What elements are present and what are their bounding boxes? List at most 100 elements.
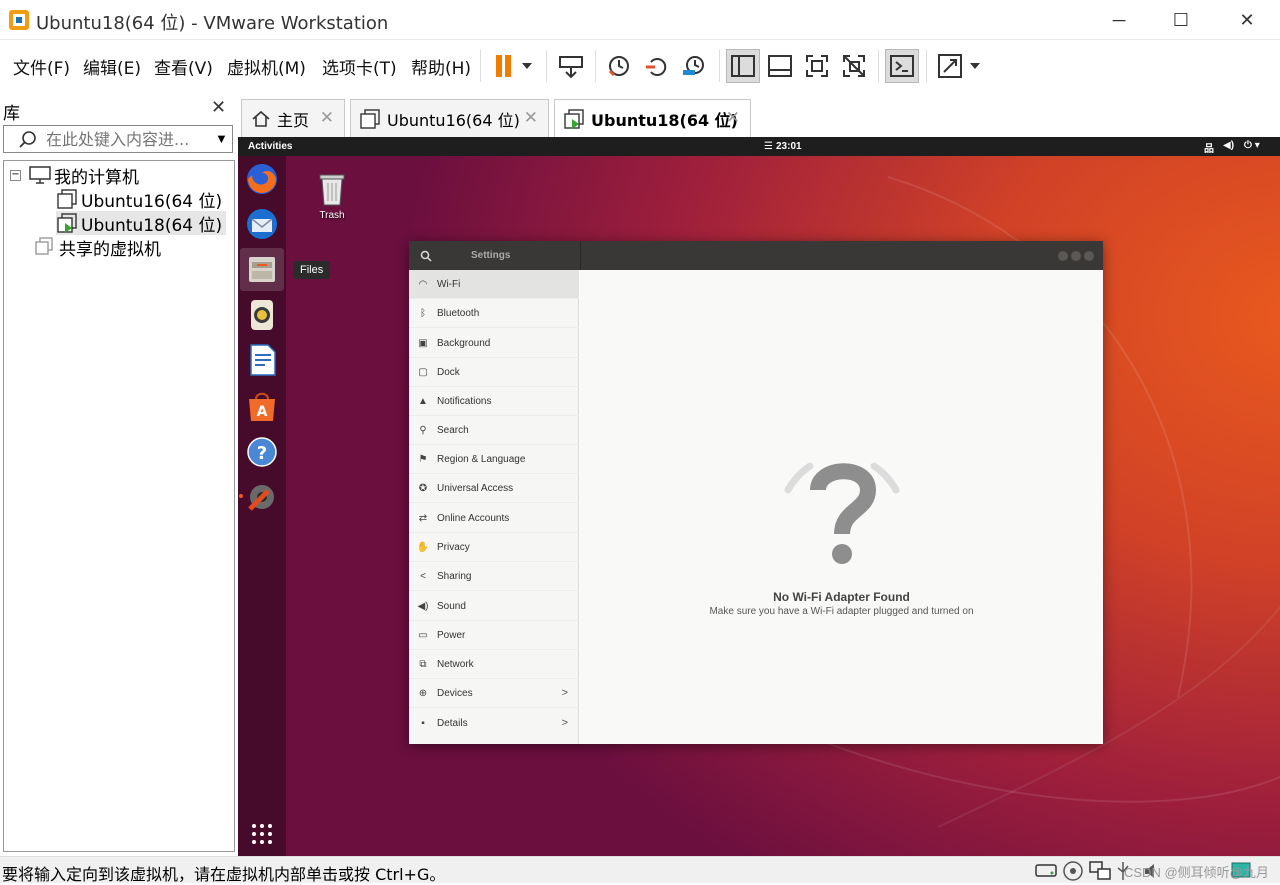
settings-item-power[interactable]: ▭ Power bbox=[409, 621, 579, 650]
window-maximize-icon[interactable] bbox=[1071, 251, 1081, 261]
hard-disk-icon[interactable] bbox=[1034, 860, 1058, 880]
trash-desktop-item[interactable]: Trash bbox=[312, 169, 352, 221]
settings-item-region-language[interactable]: ⚑ Region & Language bbox=[409, 445, 579, 474]
send-ctrl-alt-del-button[interactable] bbox=[554, 49, 588, 83]
stretch-guest-button[interactable] bbox=[933, 49, 985, 83]
network-status-icon[interactable]: 品 bbox=[1204, 140, 1214, 155]
unity-icon bbox=[843, 55, 865, 77]
tree-item-shared-vms[interactable]: 共享的虚拟机 bbox=[34, 235, 161, 260]
library-search-box[interactable]: ▼ bbox=[3, 125, 233, 153]
menu-help[interactable]: 帮助(H) bbox=[411, 54, 471, 79]
close-button[interactable]: ✕ bbox=[1224, 4, 1270, 36]
tab-ubuntu18-close-icon[interactable]: ✕ bbox=[726, 108, 740, 128]
search-icon[interactable] bbox=[420, 250, 432, 262]
settings-item-privacy[interactable]: ✋ Privacy bbox=[409, 533, 579, 562]
network-adapter-icon[interactable] bbox=[1088, 860, 1112, 882]
show-thumbnail-bar-button[interactable] bbox=[763, 49, 797, 83]
battery-icon: ▭ bbox=[418, 629, 428, 641]
settings-item-background[interactable]: ▣ Background bbox=[409, 329, 579, 358]
menu-file[interactable]: 文件(F) bbox=[13, 54, 70, 79]
menu-edit[interactable]: 编辑(E) bbox=[83, 54, 141, 79]
clock[interactable]: 23:01 bbox=[776, 141, 802, 152]
menu-vm[interactable]: 虚拟机(M) bbox=[227, 54, 306, 79]
library-layout-icon bbox=[731, 55, 755, 77]
settings-item-online-accounts[interactable]: ⇄ Online Accounts bbox=[409, 504, 579, 533]
maximize-button[interactable]: ☐ bbox=[1158, 4, 1204, 36]
tab-ubuntu18[interactable]: Ubuntu18(64 位) ✕ bbox=[554, 99, 751, 137]
firefox-icon[interactable] bbox=[244, 161, 280, 197]
wifi-icon: ◠ bbox=[418, 278, 428, 290]
full-screen-button[interactable] bbox=[800, 49, 834, 83]
window-minimize-icon[interactable] bbox=[1058, 251, 1068, 261]
tree-item-ubuntu16[interactable]: Ubuntu16(64 位) bbox=[56, 187, 222, 212]
thumbnail-layout-icon bbox=[768, 55, 792, 77]
settings-item-universal-access[interactable]: ✪ Universal Access bbox=[409, 474, 579, 503]
snapshot-manager-button[interactable] bbox=[677, 49, 711, 83]
settings-title: Settings bbox=[471, 250, 511, 261]
info-icon: ▪ bbox=[421, 718, 425, 729]
tree-item-ubuntu18[interactable]: Ubuntu18(64 位) bbox=[56, 211, 227, 236]
thunderbird-icon[interactable] bbox=[244, 206, 280, 242]
search-dropdown-icon[interactable]: ▼ bbox=[215, 131, 228, 146]
chevron-right-icon: > bbox=[561, 717, 568, 729]
help-icon[interactable]: ? bbox=[244, 434, 280, 470]
library-panel: 库 ✕ ▼ − 我的计算机 Ubuntu16(64 位) Ubuntu18(64… bbox=[0, 93, 238, 855]
revert-snapshot-button[interactable] bbox=[640, 49, 674, 83]
clock-menu-icon: ☰ bbox=[764, 141, 773, 152]
shared-vm-icon bbox=[35, 237, 53, 255]
library-tree: − 我的计算机 Ubuntu16(64 位) Ubuntu18(64 位) 共享… bbox=[3, 160, 235, 852]
tab-ubuntu16-label: Ubuntu16(64 位) bbox=[387, 110, 520, 130]
share-icon: < bbox=[420, 570, 426, 582]
accessibility-icon: ✪ bbox=[418, 482, 428, 494]
settings-item-network[interactable]: ⧉ Network bbox=[409, 650, 579, 679]
tree-item-my-computer[interactable]: − 我的计算机 bbox=[10, 163, 139, 188]
status-bar: 要将输入定向到该虚拟机，请在虚拟机内部单击或按 Ctrl+G。 CSDN @侧耳… bbox=[0, 856, 1280, 884]
collapse-icon[interactable]: − bbox=[10, 169, 21, 181]
ubuntu-software-icon[interactable]: A bbox=[244, 388, 280, 424]
library-search-input[interactable] bbox=[46, 129, 206, 149]
power-icon[interactable]: ⏻ ▾ bbox=[1244, 140, 1260, 151]
show-applications-icon[interactable] bbox=[244, 816, 280, 852]
tab-home[interactable]: 主页 ✕ bbox=[241, 99, 345, 137]
status-message: 要将输入定向到该虚拟机，请在虚拟机内部单击或按 Ctrl+G。 bbox=[2, 865, 446, 884]
menu-view[interactable]: 查看(V) bbox=[154, 54, 213, 79]
settings-item-dock[interactable]: ▢ Dock bbox=[409, 358, 579, 387]
network-icon: ⧉ bbox=[419, 658, 427, 670]
settings-item-wifi[interactable]: ◠ Wi-Fi bbox=[409, 270, 579, 299]
cd-dvd-icon[interactable] bbox=[1062, 860, 1084, 882]
settings-item-devices[interactable]: ⊕ Devices > bbox=[409, 679, 579, 708]
settings-item-details[interactable]: ▪ Details > bbox=[409, 709, 579, 738]
console-view-button[interactable] bbox=[885, 49, 919, 83]
snapshot-icon bbox=[608, 56, 629, 77]
background-icon: ▣ bbox=[418, 337, 428, 349]
vm-display[interactable]: Activities ☰ 23:01 品 ◀) ⏻ ▾ A ? Files Tr… bbox=[238, 137, 1280, 856]
tab-ubuntu16-close-icon[interactable]: ✕ bbox=[524, 108, 538, 128]
bell-icon: ▲ bbox=[418, 395, 428, 407]
activities-button[interactable]: Activities bbox=[248, 141, 292, 152]
no-wifi-question-icon bbox=[784, 462, 900, 564]
tab-ubuntu16[interactable]: Ubuntu16(64 位) ✕ bbox=[350, 99, 549, 137]
library-title: 库 bbox=[3, 104, 20, 124]
rhythmbox-icon[interactable] bbox=[244, 297, 280, 333]
settings-item-bluetooth[interactable]: ᛒ Bluetooth bbox=[409, 299, 579, 328]
settings-item-sound[interactable]: ◀) Sound bbox=[409, 592, 579, 621]
settings-item-sharing[interactable]: < Sharing bbox=[409, 562, 579, 591]
files-icon[interactable] bbox=[244, 251, 280, 287]
libreoffice-writer-icon[interactable] bbox=[244, 342, 280, 378]
tab-home-close-icon[interactable]: ✕ bbox=[320, 108, 334, 128]
home-icon bbox=[252, 110, 270, 127]
menu-tabs[interactable]: 选项卡(T) bbox=[322, 54, 397, 79]
snapshot-button[interactable] bbox=[602, 49, 636, 83]
unity-mode-button[interactable] bbox=[837, 49, 871, 83]
window-close-icon[interactable] bbox=[1084, 251, 1094, 261]
settings-app-icon[interactable] bbox=[244, 479, 280, 515]
volume-icon[interactable]: ◀) bbox=[1223, 140, 1234, 151]
minimize-button[interactable]: ─ bbox=[1096, 4, 1142, 36]
settings-item-search[interactable]: ⚲ Search bbox=[409, 416, 579, 445]
svg-text:?: ? bbox=[257, 443, 267, 464]
settings-item-notifications[interactable]: ▲ Notifications bbox=[409, 387, 579, 416]
vm-icon bbox=[57, 189, 77, 209]
library-close-icon[interactable]: ✕ bbox=[211, 97, 226, 118]
pause-button[interactable] bbox=[490, 49, 538, 83]
show-library-button[interactable] bbox=[726, 49, 760, 83]
